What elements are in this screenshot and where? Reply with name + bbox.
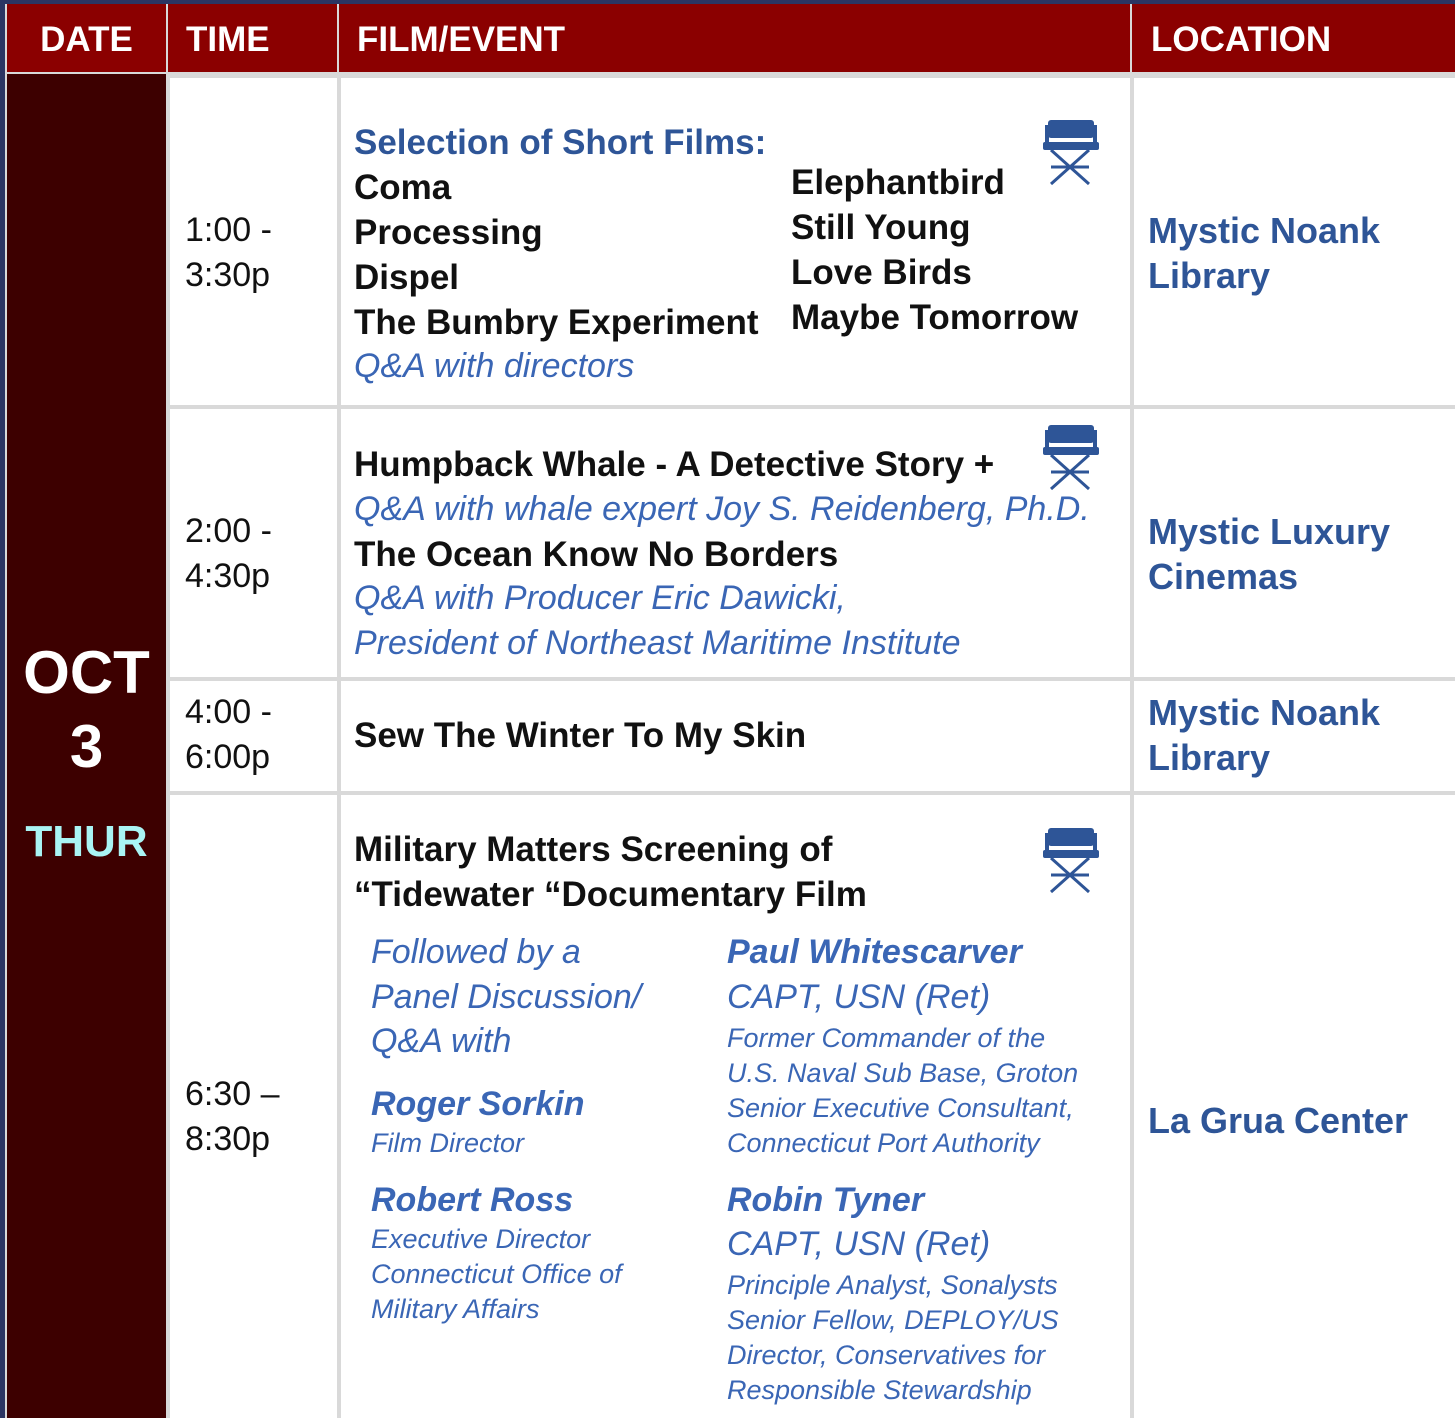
director-chair-icon: [1043, 828, 1099, 894]
film-title: “Tidewater “Documentary Film: [354, 875, 867, 914]
date-label: OCT 3: [23, 639, 150, 780]
date-cell: OCT 3 THUR: [7, 74, 166, 1418]
panel-intro: Panel Discussion/: [371, 978, 642, 1016]
film-title: Coma: [354, 168, 452, 207]
panelist-title: Film Director: [371, 1128, 524, 1158]
film-title: Elephantbird: [791, 163, 1005, 202]
film-title: Processing: [354, 213, 543, 252]
schedule-table: DATE TIME FILM/EVENT LOCATION OCT 3 THUR…: [5, 4, 1455, 1418]
location-cell: Mystic Noank Library: [1134, 681, 1455, 791]
qa-note: President of Northeast Maritime Institut…: [354, 624, 961, 662]
panelist-name: Paul Whitescarver: [727, 933, 1022, 971]
qa-note: Q&A with directors: [354, 347, 635, 385]
film-title: Humpback Whale - A Detective Story +: [354, 445, 995, 484]
film-cell: Selection of Short Films: Coma Processin…: [341, 78, 1130, 405]
header-time: TIME: [168, 4, 337, 72]
film-cell: Sew The Winter To My Skin: [341, 681, 1130, 791]
panelist-title: Responsible Stewardship: [727, 1375, 1032, 1405]
film-title: The Ocean Know No Borders: [354, 535, 839, 574]
panelist-name: Robert Ross: [371, 1181, 574, 1219]
panelist-title: Former Commander of the: [727, 1023, 1046, 1053]
panelist-title: Connecticut Office of: [371, 1259, 622, 1289]
time-cell: 6:30 –8:30p: [170, 795, 337, 1418]
film-title: Dispel: [354, 258, 460, 297]
director-chair-icon: [1043, 425, 1099, 491]
panelist-title: Senior Fellow, DEPLOY/US: [727, 1305, 1059, 1335]
film-title: Maybe Tomorrow: [791, 298, 1079, 337]
header-film: FILM/EVENT: [339, 4, 1130, 72]
film-cell: Military Matters Screening of “Tidewater…: [341, 795, 1130, 1418]
panelist-rank: CAPT, USN (Ret): [727, 978, 991, 1016]
location-cell: Mystic Noank Library: [1134, 78, 1455, 405]
header-location: LOCATION: [1132, 4, 1455, 72]
panelist-title: U.S. Naval Sub Base, Groton: [727, 1058, 1079, 1088]
panelist-name: Roger Sorkin: [371, 1085, 585, 1123]
panelist-title: Director, Conservatives for: [727, 1340, 1046, 1370]
film-title: Love Birds: [791, 253, 972, 292]
panelist-title: Military Affairs: [371, 1294, 540, 1324]
film-title: Military Matters Screening of: [354, 830, 833, 869]
qa-note: Q&A with Producer Eric Dawicki,: [354, 579, 846, 617]
short-films-heading: Selection of Short Films:: [354, 123, 767, 162]
director-chair-icon: [1043, 120, 1099, 186]
film-title: Sew The Winter To My Skin: [354, 716, 807, 755]
panel-intro: Q&A with: [371, 1022, 512, 1060]
panelist-title: Connecticut Port Authority: [727, 1128, 1040, 1158]
panelist-title: Executive Director: [371, 1224, 591, 1254]
time-cell: 1:00 -3:30p: [170, 78, 337, 405]
location-cell: Mystic Luxury Cinemas: [1134, 409, 1455, 677]
location-cell: La Grua Center: [1134, 795, 1455, 1418]
time-cell: 4:00 -6:00p: [170, 681, 337, 791]
panelist-name: Robin Tyner: [727, 1181, 925, 1219]
film-title: Still Young: [791, 208, 971, 247]
panel-intro: Followed by a: [371, 933, 581, 971]
weekday-label: THUR: [25, 817, 148, 866]
qa-note: Q&A with whale expert Joy S. Reidenberg,…: [354, 490, 1090, 528]
header-date: DATE: [7, 4, 166, 72]
panelist-title: Senior Executive Consultant,: [727, 1093, 1074, 1123]
time-cell: 2:00 -4:30p: [170, 409, 337, 677]
panelist-title: Principle Analyst, Sonalysts: [727, 1270, 1058, 1300]
panelist-rank: CAPT, USN (Ret): [727, 1225, 991, 1263]
film-cell: Humpback Whale - A Detective Story + Q&A…: [341, 409, 1130, 677]
film-title: The Bumbry Experiment: [354, 303, 759, 342]
